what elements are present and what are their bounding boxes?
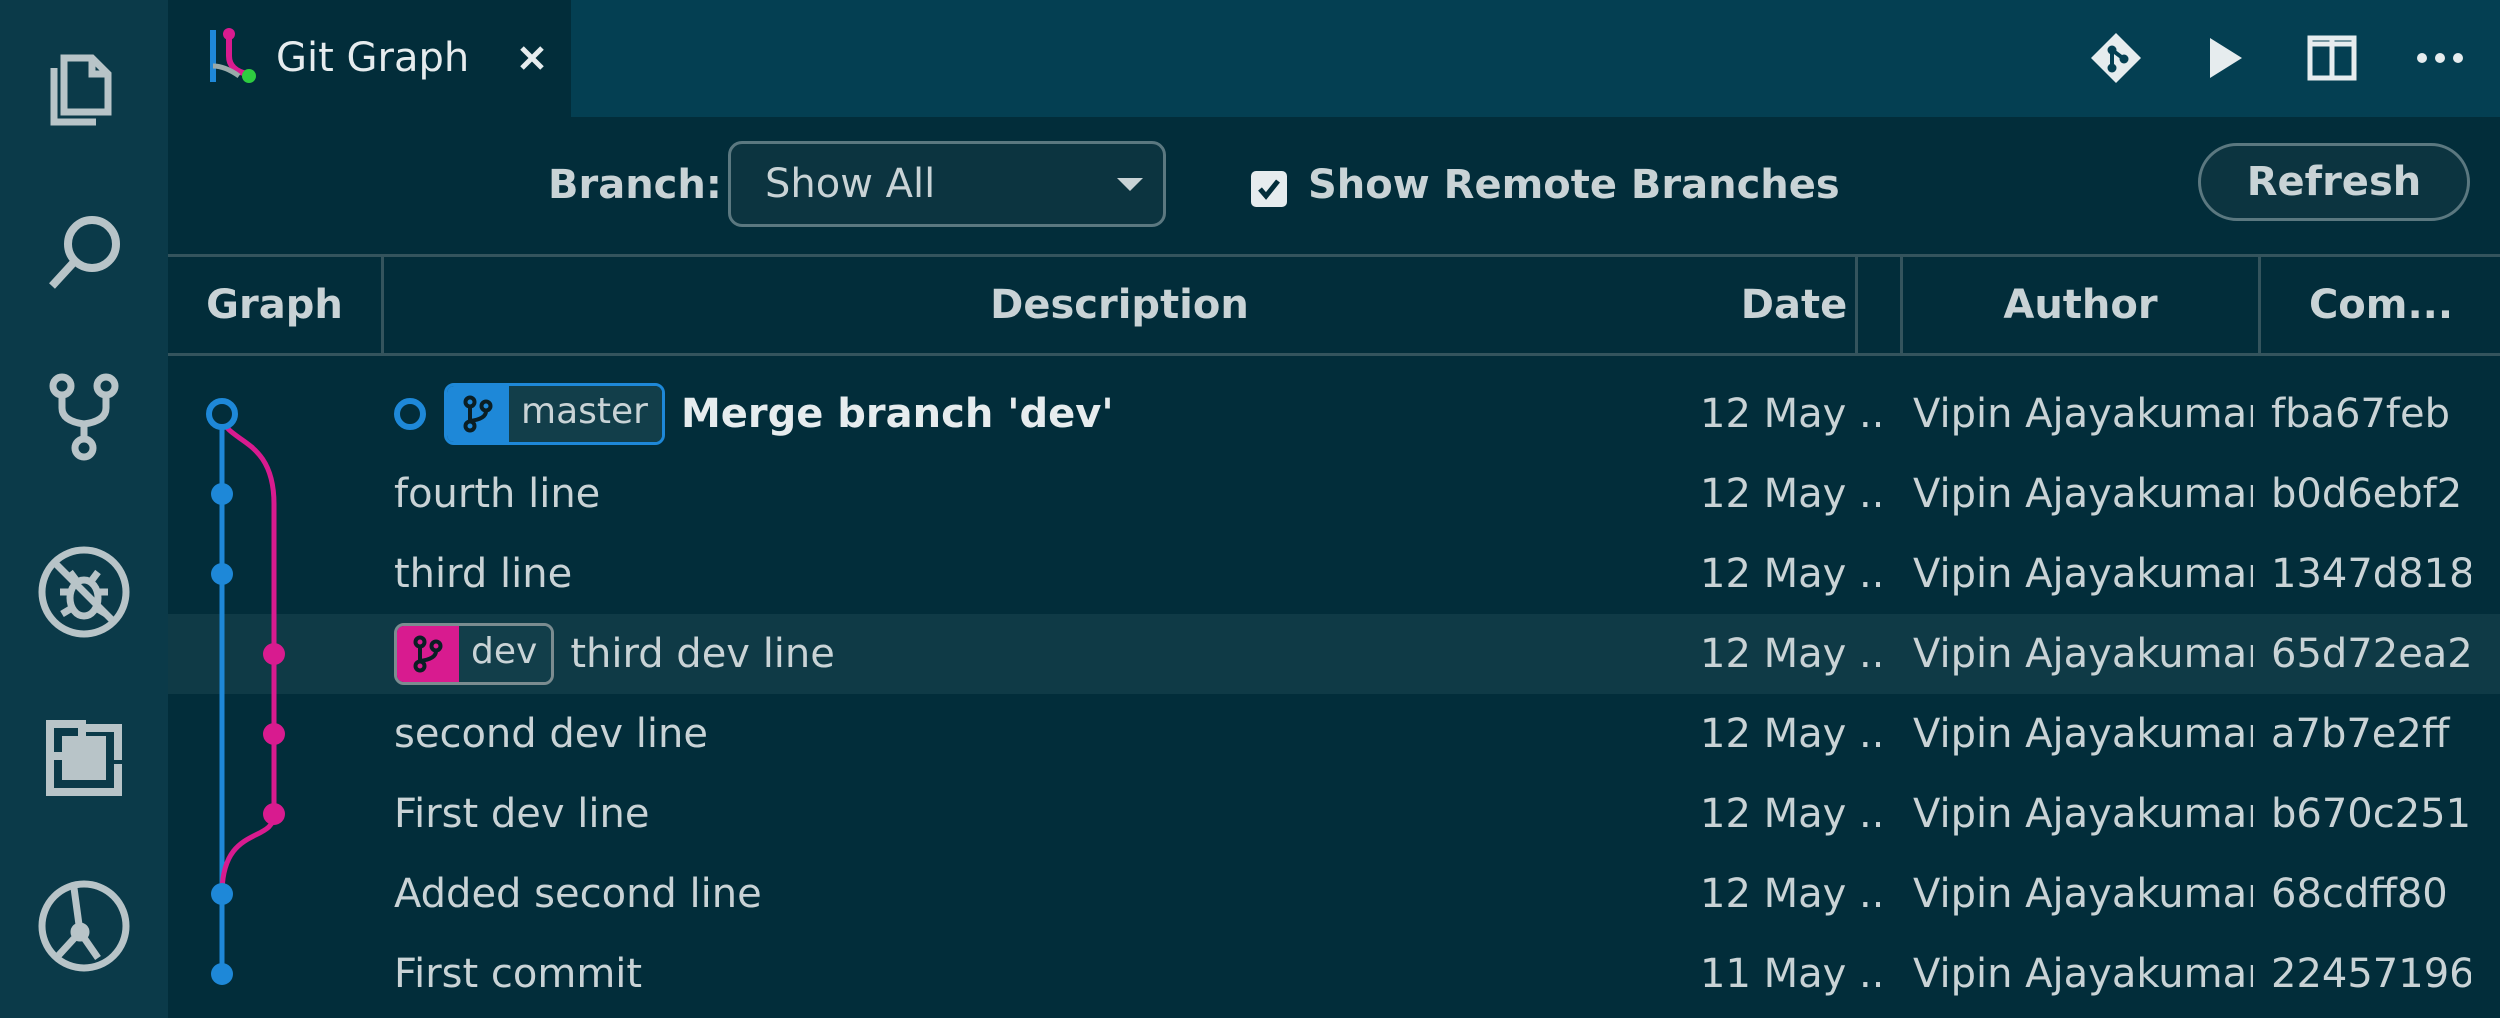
commit-date: 12 May ...: [1700, 711, 1880, 757]
commit-date: 12 May ...: [1700, 391, 1880, 437]
column-header-author[interactable]: Author: [1903, 257, 2261, 353]
chevron-down-icon: [1117, 178, 1143, 191]
commit-description: First commit: [394, 934, 1684, 1014]
commit-date: 12 May ...: [1700, 871, 1880, 917]
commit-date: 12 May ...: [1700, 551, 1880, 597]
commit-graph: [206, 398, 285, 985]
commit-author: Vipin Ajayakumar: [1913, 871, 2253, 917]
table-row[interactable]: Added second line 12 May ... Vipin Ajayaku…: [168, 854, 2500, 934]
column-header-commit[interactable]: Com...: [2261, 257, 2500, 353]
table-row[interactable]: second dev line 12 May ... Vipin Ajayakuma…: [168, 694, 2500, 774]
commit-message: First dev line: [394, 791, 650, 837]
commit-author: Vipin Ajayakumar: [1913, 791, 2253, 837]
commit-node[interactable]: [211, 963, 233, 985]
branch-icon: [397, 626, 459, 682]
commit-author: Vipin Ajayakumar: [1913, 631, 2253, 677]
branch-select[interactable]: Show All: [728, 141, 1166, 227]
commit-hash: fba67feb: [2271, 391, 2450, 437]
tab-title: Git Graph: [276, 35, 470, 81]
commit-message: second dev line: [394, 711, 708, 757]
run-icon[interactable]: [2196, 30, 2252, 86]
commit-message: Added second line: [394, 871, 762, 917]
commit-hash: 1347d818: [2271, 551, 2471, 597]
commit-message: third dev line: [570, 631, 835, 677]
commit-message: First commit: [394, 951, 643, 997]
branch-ref-label: dev: [459, 626, 552, 682]
split-editor-icon[interactable]: [2304, 30, 2360, 86]
explorer-icon[interactable]: [34, 36, 134, 136]
commit-node[interactable]: [263, 803, 285, 825]
table-row[interactable]: First dev line 12 May ... Vipin Ajayakumar…: [168, 774, 2500, 854]
commit-author: Vipin Ajayakumar: [1913, 471, 2253, 517]
branch-label: Branch:: [548, 162, 722, 208]
commit-description: third line: [394, 534, 1684, 614]
commit-date: 12 May ...: [1700, 791, 1880, 837]
commit-description: dev third dev line: [394, 614, 1684, 694]
git-graph-icon[interactable]: [34, 876, 134, 976]
git-graph-tab-icon: [210, 28, 256, 83]
table-row[interactable]: fourth line 12 May ... Vipin Ajayakumar b0d…: [168, 454, 2500, 534]
extensions-icon[interactable]: [34, 708, 134, 808]
branch-icon: [447, 386, 509, 442]
commit-node[interactable]: [263, 723, 285, 745]
activity-bar: [0, 0, 168, 1018]
branch-ref-master[interactable]: master: [444, 383, 665, 445]
debug-icon[interactable]: [34, 542, 134, 642]
controls-bar: Branch: Show All Show Remote Branches Re…: [168, 117, 2500, 254]
commit-date: 12 May ...: [1700, 471, 1880, 517]
commit-author: Vipin Ajayakumar: [1913, 711, 2253, 757]
commit-node[interactable]: [263, 643, 285, 665]
table-row[interactable]: dev third dev line 12 May ... Vipin Ajayaku…: [168, 614, 2500, 694]
table-row[interactable]: First commit 11 May ... Vipin Ajayakumar 22…: [168, 934, 2500, 1014]
head-indicator-icon: [394, 398, 426, 430]
commit-hash: 22457196: [2271, 951, 2471, 997]
commit-date: 11 May ...: [1700, 951, 1880, 997]
commit-description: second dev line: [394, 694, 1684, 774]
close-icon[interactable]: [508, 34, 556, 82]
commit-node[interactable]: [211, 563, 233, 585]
branch-ref-dev[interactable]: dev: [394, 623, 555, 685]
show-remote-label[interactable]: Show Remote Branches: [1308, 117, 1840, 254]
commit-node[interactable]: [211, 883, 233, 905]
commit-node[interactable]: [206, 398, 238, 430]
commit-author: Vipin Ajayakumar: [1913, 951, 2253, 997]
commit-description: master Merge branch 'dev': [394, 374, 1684, 454]
commit-hash: a7b7e2ff: [2271, 711, 2450, 757]
commit-description: fourth line: [394, 454, 1684, 534]
branch-ref-label: master: [509, 386, 662, 442]
commit-message: third line: [394, 551, 573, 597]
commit-message: fourth line: [394, 471, 601, 517]
table-row[interactable]: master Merge branch 'dev' 12 May ... Vipin …: [168, 374, 2500, 454]
commit-description: Added second line: [394, 854, 1684, 934]
source-control-icon[interactable]: [34, 366, 134, 466]
commit-node[interactable]: [211, 483, 233, 505]
column-header-description[interactable]: Description: [384, 257, 1858, 353]
commit-hash: 65d72ea2: [2271, 631, 2471, 677]
refresh-button[interactable]: Refresh: [2198, 143, 2470, 221]
search-icon[interactable]: [34, 204, 134, 304]
commit-message: Merge branch 'dev': [680, 391, 1114, 437]
git-icon[interactable]: [2088, 30, 2144, 86]
commit-hash: 68cdff80: [2271, 871, 2448, 917]
tab-git-graph[interactable]: Git Graph: [168, 0, 571, 117]
commit-author: Vipin Ajayakumar: [1913, 391, 2253, 437]
commit-description: First dev line: [394, 774, 1684, 854]
table-header: Graph Description Date Author Com...: [168, 254, 2500, 356]
commit-date: 12 May ...: [1700, 631, 1880, 677]
tab-strip: Git Graph: [168, 0, 2500, 117]
more-icon[interactable]: [2412, 30, 2468, 86]
branch-select-value: Show All: [765, 161, 936, 207]
show-remote-checkbox[interactable]: [1251, 171, 1287, 207]
commit-hash: b670c251: [2271, 791, 2471, 837]
commit-author: Vipin Ajayakumar: [1913, 551, 2253, 597]
table-row[interactable]: third line 12 May ... Vipin Ajayakumar 1347…: [168, 534, 2500, 614]
commit-table: Graph Description Date Author Com... mas…: [168, 254, 2500, 1018]
commit-hash: b0d6ebf2: [2271, 471, 2463, 517]
column-header-date[interactable]: Date: [1688, 257, 1903, 353]
column-header-graph[interactable]: Graph: [168, 257, 384, 353]
